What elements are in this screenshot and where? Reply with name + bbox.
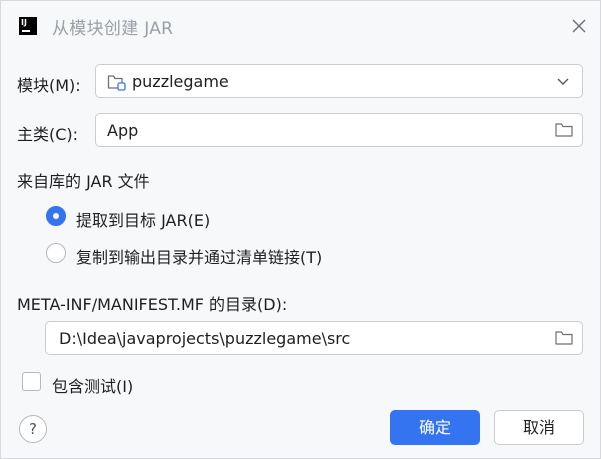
dialog-title: 从模块创建 JAR — [52, 19, 174, 39]
create-jar-dialog: IJ 从模块创建 JAR 模块(M): puzzlegame 主类(C): Ap… — [0, 0, 601, 459]
chevron-down-icon — [557, 78, 569, 85]
extract-to-jar-label[interactable]: 提取到目标 JAR(E) — [76, 207, 210, 231]
help-button[interactable]: ? — [19, 415, 47, 443]
module-value: puzzlegame — [132, 72, 229, 91]
module-folder-icon — [107, 75, 126, 91]
folder-icon[interactable] — [555, 122, 573, 138]
jar-files-section-label: 来自库的 JAR 文件 — [17, 172, 150, 191]
ok-button[interactable]: 确定 — [390, 410, 480, 445]
manifest-dir-value: D:\Idea\javaprojects\puzzlegame\src — [59, 329, 351, 348]
manifest-dir-label: META-INF/MANIFEST.MF 的目录(D): — [17, 295, 288, 314]
close-icon — [572, 19, 586, 33]
copy-and-link-label[interactable]: 复制到输出目录并通过清单链接(T) — [76, 244, 322, 268]
intellij-logo-icon: IJ — [17, 15, 39, 37]
module-select[interactable]: puzzlegame — [95, 64, 583, 98]
module-label: 模块(M): — [17, 76, 81, 95]
main-class-value: App — [107, 121, 139, 140]
close-button[interactable] — [567, 14, 591, 38]
help-icon: ? — [29, 420, 37, 438]
include-tests-label[interactable]: 包含测试(I) — [52, 373, 133, 397]
extract-to-jar-radio[interactable] — [46, 206, 66, 226]
cancel-button[interactable]: 取消 — [494, 410, 584, 445]
main-class-label: 主类(C): — [17, 125, 79, 144]
include-tests-checkbox[interactable] — [22, 372, 41, 391]
title-bar: IJ 从模块创建 JAR — [1, 1, 600, 51]
manifest-dir-field[interactable]: D:\Idea\javaprojects\puzzlegame\src — [45, 321, 583, 355]
folder-icon[interactable] — [555, 330, 573, 346]
copy-and-link-radio[interactable] — [46, 243, 66, 263]
main-class-field[interactable]: App — [95, 113, 583, 147]
